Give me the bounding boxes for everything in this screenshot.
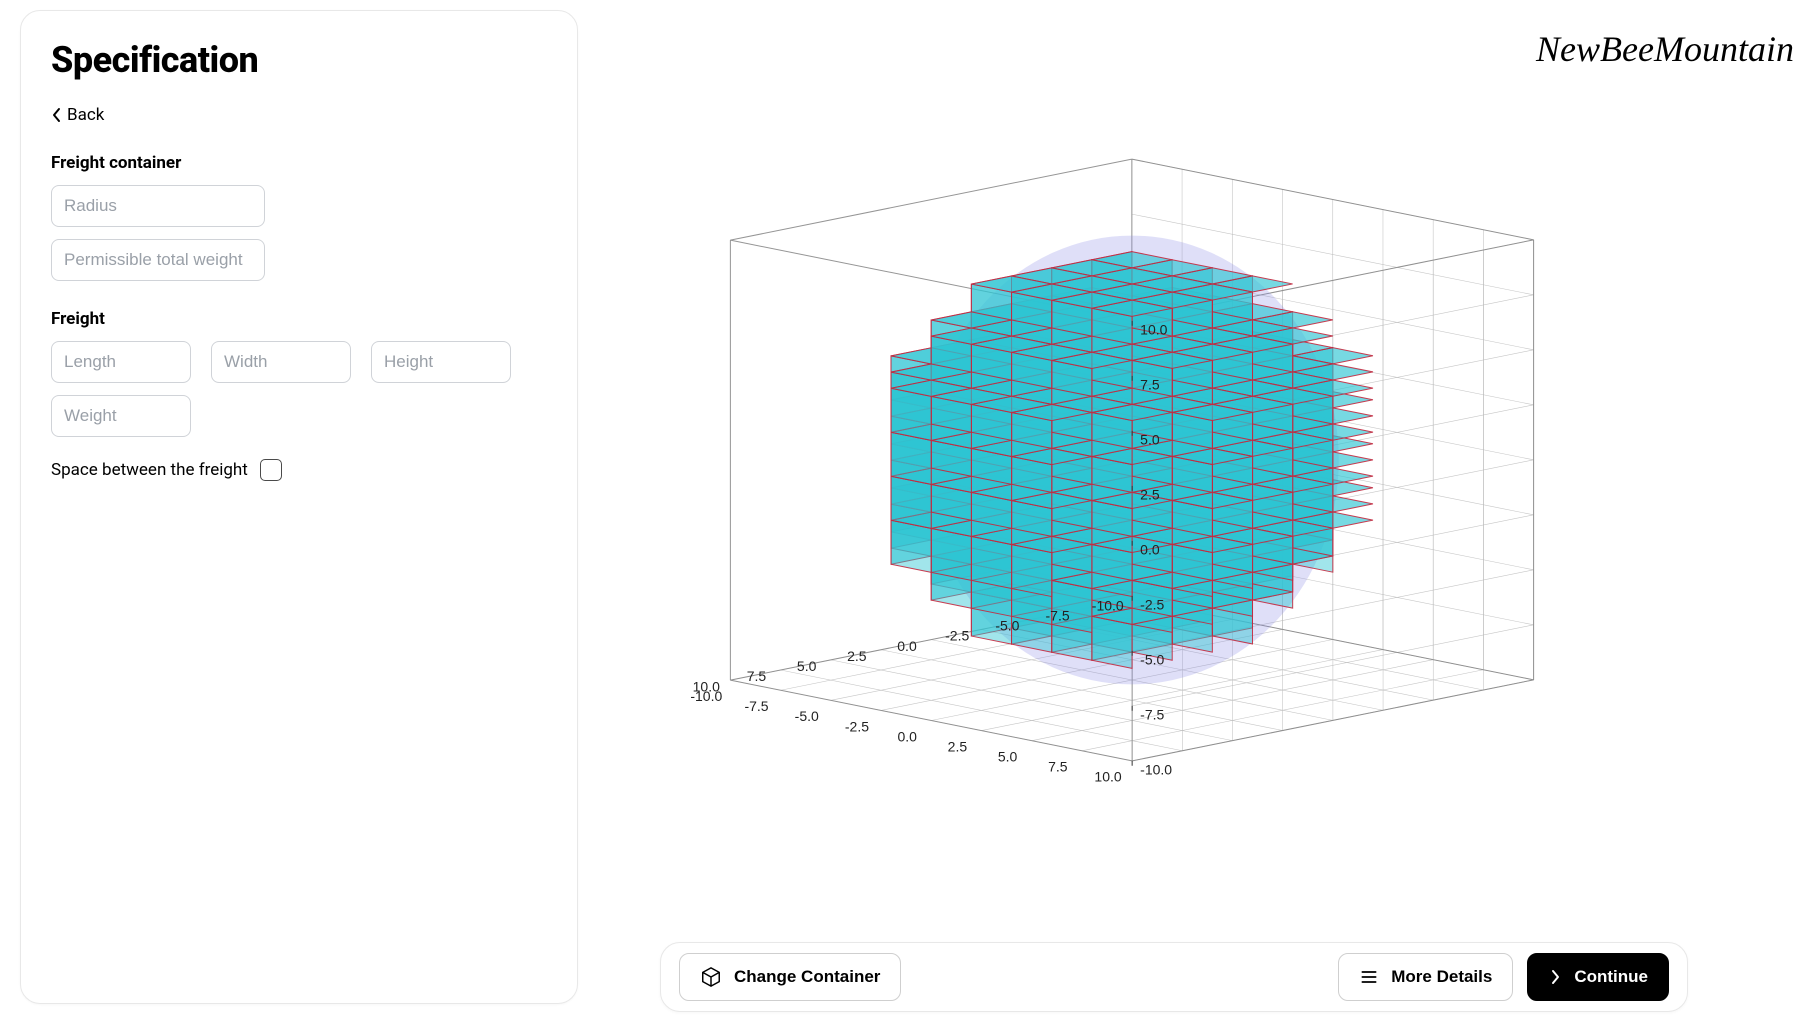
svg-text:-5.0: -5.0: [795, 708, 819, 724]
svg-text:7.5: 7.5: [1140, 377, 1160, 393]
cube-icon: [700, 966, 722, 988]
svg-text:-10.0: -10.0: [1092, 597, 1124, 613]
svg-text:2.5: 2.5: [948, 738, 968, 754]
specification-panel: Specification Back Freight container Fre…: [20, 10, 578, 1004]
svg-text:5.0: 5.0: [797, 658, 817, 674]
continue-label: Continue: [1574, 967, 1648, 987]
svg-text:-2.5: -2.5: [845, 718, 869, 734]
more-details-button[interactable]: More Details: [1338, 953, 1513, 1001]
change-container-label: Change Container: [734, 967, 880, 987]
svg-text:-10.0: -10.0: [1140, 762, 1172, 778]
chevron-left-icon: [51, 107, 63, 123]
width-input[interactable]: [211, 341, 351, 383]
back-button[interactable]: Back: [51, 105, 104, 125]
svg-text:2.5: 2.5: [847, 648, 867, 664]
freight-section-label: Freight: [51, 309, 547, 329]
length-input[interactable]: [51, 341, 191, 383]
back-label: Back: [67, 105, 104, 125]
space-checkbox[interactable]: [260, 459, 282, 481]
svg-text:0.0: 0.0: [1140, 542, 1160, 558]
freight-weight-input[interactable]: [51, 395, 191, 437]
space-checkbox-label: Space between the freight: [51, 460, 248, 480]
svg-text:7.5: 7.5: [1048, 759, 1068, 775]
svg-text:10.0: 10.0: [1094, 769, 1121, 785]
radius-input[interactable]: [51, 185, 265, 227]
weight-limit-input[interactable]: [51, 239, 265, 281]
page-title: Specification: [51, 39, 547, 81]
svg-text:2.5: 2.5: [1140, 487, 1160, 503]
svg-text:0.0: 0.0: [897, 728, 917, 744]
continue-button[interactable]: Continue: [1527, 953, 1669, 1001]
svg-text:7.5: 7.5: [747, 668, 767, 684]
container-section-label: Freight container: [51, 153, 547, 173]
svg-text:5.0: 5.0: [998, 749, 1018, 765]
svg-text:-7.5: -7.5: [744, 698, 768, 714]
3d-packing-visualization: -10.0 -7.5 -5.0 -2.5 0.0 2.5 5.0 7.5 10.0 -10.0 -7…: [612, 110, 1612, 890]
more-details-label: More Details: [1391, 967, 1492, 987]
brand-logo: NewBeeMountain: [1536, 28, 1794, 70]
svg-text:-7.5: -7.5: [1046, 607, 1070, 623]
svg-text:-2.5: -2.5: [945, 628, 969, 644]
svg-text:5.0: 5.0: [1140, 432, 1160, 448]
svg-text:0.0: 0.0: [897, 638, 917, 654]
svg-text:-7.5: -7.5: [1140, 707, 1164, 723]
svg-text:-5.0: -5.0: [995, 618, 1019, 634]
svg-text:-10.0: -10.0: [690, 688, 722, 704]
change-container-button[interactable]: Change Container: [679, 953, 901, 1001]
list-icon: [1359, 967, 1379, 987]
svg-text:-5.0: -5.0: [1140, 652, 1164, 668]
bottom-toolbar: Change Container More Details Continue: [660, 942, 1688, 1012]
svg-text:10.0: 10.0: [1140, 322, 1167, 338]
chevron-right-icon: [1548, 969, 1562, 985]
height-input[interactable]: [371, 341, 511, 383]
svg-text:-2.5: -2.5: [1140, 597, 1164, 613]
